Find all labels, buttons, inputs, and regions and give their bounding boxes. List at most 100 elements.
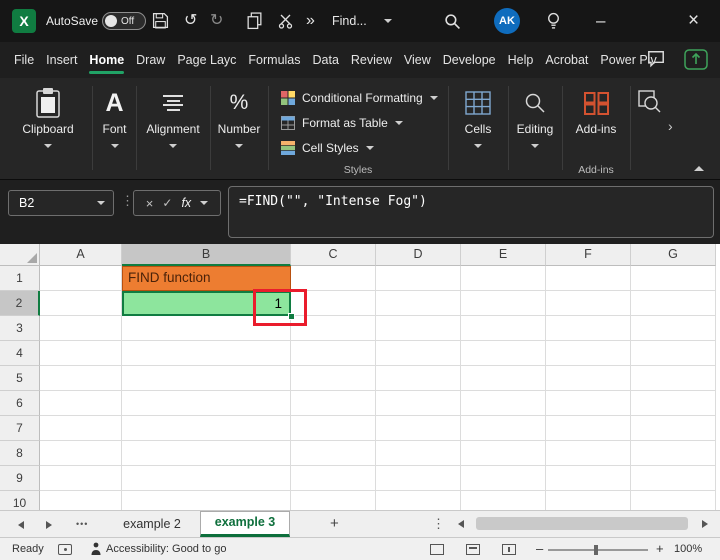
gridline — [40, 365, 716, 366]
collapse-ribbon-chevron-up-icon[interactable] — [694, 166, 704, 171]
group-separator — [630, 86, 631, 170]
cells-group[interactable]: Cells — [449, 78, 507, 179]
chevron-down-icon — [97, 201, 105, 205]
conditional-formatting-icon — [281, 91, 295, 105]
row-header-2[interactable]: 2 — [0, 291, 40, 316]
account-avatar[interactable]: AK — [494, 8, 520, 34]
addins-group-caption: Add-ins — [578, 164, 614, 176]
status-bar: Ready Accessibility: Good to go – + 100% — [0, 537, 720, 560]
all-sheets-dots[interactable]: ••• — [76, 511, 88, 537]
row-header-6[interactable]: 6 — [0, 391, 40, 416]
tab-formulas[interactable]: Formulas — [242, 42, 306, 78]
tab-page-layout[interactable]: Page Layc — [171, 42, 242, 78]
tab-developer[interactable]: Develope — [437, 42, 502, 78]
sheet-tab-example-3-active[interactable]: example 3 — [200, 511, 290, 537]
scroll-sheets-right-icon[interactable] — [46, 521, 52, 529]
scroll-left-icon[interactable] — [458, 520, 464, 528]
excel-window: X AutoSave Off ↺ ↻ » Find... AK – × File — [0, 0, 720, 560]
tab-draw[interactable]: Draw — [130, 42, 171, 78]
row-header-9[interactable]: 9 — [0, 466, 40, 491]
analyze-data-icon[interactable] — [638, 90, 662, 119]
undo-icon[interactable]: ↺ — [184, 0, 197, 42]
tab-help[interactable]: Help — [502, 42, 540, 78]
lightbulb-icon[interactable] — [546, 12, 561, 35]
tab-acrobat[interactable]: Acrobat — [539, 42, 594, 78]
zoom-slider-thumb[interactable] — [594, 545, 598, 555]
clipboard-group[interactable]: Clipboard — [6, 78, 90, 179]
zoom-slider-track[interactable] — [548, 549, 648, 551]
alignment-group[interactable]: Alignment — [137, 78, 209, 179]
cell-b1[interactable]: FIND function — [122, 266, 291, 291]
page-layout-view-icon[interactable] — [466, 544, 480, 555]
percent-icon: % — [229, 91, 249, 114]
ribbon-more-button[interactable]: › — [668, 118, 673, 134]
horizontal-scrollbar[interactable] — [452, 515, 714, 533]
column-header-f[interactable]: F — [546, 244, 631, 266]
autosave-toggle[interactable]: Off — [102, 12, 146, 30]
editing-group[interactable]: Editing — [509, 78, 561, 179]
name-box[interactable]: B2 — [8, 190, 114, 216]
font-label: Font — [102, 122, 127, 136]
row-header-10[interactable]: 10 — [0, 491, 40, 510]
scroll-right-icon[interactable] — [702, 520, 708, 528]
formula-input[interactable]: =FIND("", "Intense Fog") — [228, 186, 714, 238]
normal-view-icon[interactable] — [430, 544, 444, 555]
scrollbar-thumb[interactable] — [476, 517, 688, 530]
row-header-4[interactable]: 4 — [0, 341, 40, 366]
tab-home[interactable]: Home — [83, 42, 130, 78]
sheet-tabs-bar: ••• example 2 example 3 + ⋮ — [0, 510, 720, 537]
scroll-sheets-left-icon[interactable] — [18, 521, 24, 529]
tab-data[interactable]: Data — [307, 42, 345, 78]
find-dropdown[interactable]: Find... — [332, 0, 367, 42]
zoom-level[interactable]: 100% — [674, 538, 702, 560]
row-header-1[interactable]: 1 — [0, 266, 40, 291]
tab-bar-menu-dots[interactable]: ⋮ — [432, 511, 445, 537]
column-header-a[interactable]: A — [40, 244, 122, 266]
number-group[interactable]: % Number — [211, 78, 267, 179]
column-header-d[interactable]: D — [376, 244, 461, 266]
column-header-b[interactable]: B — [122, 244, 291, 266]
toggle-knob-icon — [105, 15, 117, 27]
addins-group[interactable]: Add-ins Add-ins — [563, 78, 629, 179]
titlebar: X AutoSave Off ↺ ↻ » Find... AK – × — [0, 0, 720, 42]
comments-icon[interactable] — [646, 49, 666, 74]
cancel-icon[interactable]: × — [146, 196, 154, 211]
zoom-in-button[interactable]: + — [656, 538, 664, 560]
column-header-c[interactable]: C — [291, 244, 376, 266]
overflow-icon[interactable]: » — [306, 0, 315, 42]
column-header-e[interactable]: E — [461, 244, 546, 266]
search-icon[interactable] — [444, 13, 461, 35]
zoom-out-button[interactable]: – — [536, 538, 543, 560]
row-header-3[interactable]: 3 — [0, 316, 40, 341]
tab-view[interactable]: View — [398, 42, 437, 78]
row-header-5[interactable]: 5 — [0, 366, 40, 391]
tab-insert[interactable]: Insert — [40, 42, 83, 78]
cut-scissors-icon[interactable] — [278, 13, 294, 34]
save-icon[interactable] — [152, 12, 169, 34]
column-header-g[interactable]: G — [631, 244, 716, 266]
chevron-down-icon — [169, 144, 177, 148]
row-header-7[interactable]: 7 — [0, 416, 40, 441]
share-icon[interactable] — [684, 49, 708, 75]
row-header-8[interactable]: 8 — [0, 441, 40, 466]
format-as-table-button[interactable]: Format as Table — [281, 113, 403, 133]
close-button[interactable]: × — [688, 0, 699, 42]
font-group[interactable]: A Font — [93, 78, 136, 179]
tab-review[interactable]: Review — [345, 42, 398, 78]
sheet-tab-example-2[interactable]: example 2 — [106, 511, 198, 537]
styles-group-caption: Styles — [343, 164, 373, 176]
copy-icon[interactable] — [246, 12, 263, 35]
new-sheet-button[interactable]: + — [330, 511, 339, 537]
minimize-button[interactable]: – — [596, 0, 605, 42]
redo-icon[interactable]: ↻ — [210, 0, 223, 42]
tab-file[interactable]: File — [8, 42, 40, 78]
select-all-corner[interactable] — [0, 244, 40, 266]
insert-function-icon[interactable]: fx — [181, 196, 191, 210]
conditional-formatting-button[interactable]: Conditional Formatting — [281, 88, 438, 108]
macro-record-icon[interactable] — [58, 544, 72, 555]
cell-styles-button[interactable]: Cell Styles — [281, 138, 374, 158]
page-break-view-icon[interactable] — [502, 544, 516, 555]
enter-icon[interactable]: ✓ — [162, 196, 172, 210]
accessibility-status[interactable]: Accessibility: Good to go — [106, 538, 226, 560]
gridline — [40, 415, 716, 416]
